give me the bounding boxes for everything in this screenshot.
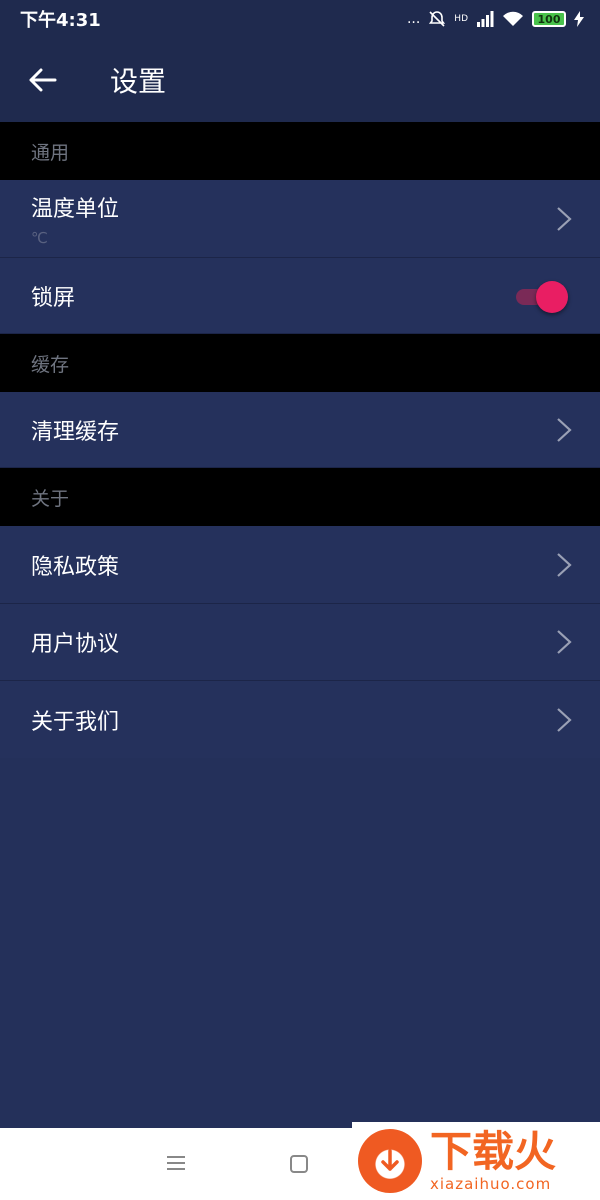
clear-cache-label: 清理缓存 — [31, 419, 120, 445]
page-title: 设置 — [110, 65, 167, 98]
privacy-policy-row[interactable]: 隐私政策 — [0, 526, 600, 604]
chevron-right-icon — [557, 630, 572, 654]
chevron-right-icon — [557, 206, 572, 231]
section-header-cache: 缓存 — [0, 334, 600, 392]
watermark-site: xiazaihuo.com — [430, 1175, 552, 1193]
user-agreement-label: 用户协议 — [31, 632, 120, 657]
status-icons: ... HD 100 — [407, 10, 584, 28]
chevron-right-icon — [557, 707, 572, 732]
status-time: 下午4:31 — [20, 10, 101, 31]
watermark-title: 下载火 — [430, 1127, 557, 1176]
clear-cache-row[interactable]: 清理缓存 — [0, 392, 600, 468]
back-arrow-icon — [29, 68, 57, 92]
privacy-policy-label: 隐私政策 — [31, 554, 120, 580]
wifi-icon — [503, 11, 523, 26]
chevron-right-icon — [557, 552, 572, 577]
chevron-right-icon — [557, 417, 572, 442]
status-bar: 下午4:31 ... HD 100 — [0, 0, 600, 38]
watermark: 下载火 xiazaihuo.com — [352, 1122, 600, 1200]
lock-screen-row: 锁屏 — [0, 258, 600, 334]
about-us-label: 关于我们 — [31, 709, 120, 735]
mute-bell-icon — [429, 11, 446, 27]
charging-icon — [574, 11, 584, 27]
lock-screen-label: 锁屏 — [31, 285, 76, 311]
back-button[interactable] — [0, 38, 86, 122]
toggle-thumb — [536, 280, 568, 313]
more-dots-icon: ... — [406, 11, 421, 27]
about-us-row[interactable]: 关于我们 — [0, 681, 600, 758]
user-agreement-row[interactable]: 用户协议 — [0, 604, 600, 681]
home-button[interactable] — [290, 1155, 308, 1173]
lock-screen-toggle[interactable] — [516, 280, 568, 313]
battery-indicator: 100 — [532, 11, 566, 27]
temperature-unit-value: ℃ — [31, 228, 48, 247]
hd-label: HD — [454, 14, 468, 24]
section-header-about: 关于 — [0, 468, 600, 526]
signal-icon — [477, 11, 494, 27]
app-bar: 设置 — [0, 38, 600, 122]
settings-list: 通用 温度单位 ℃ 锁屏 缓存 清理缓存 关于 隐私政策 用户协议 关于我们 — [0, 122, 600, 758]
watermark-logo-icon — [358, 1129, 422, 1193]
menu-icon[interactable] — [166, 1154, 186, 1172]
temperature-unit-label: 温度单位 — [31, 196, 120, 222]
temperature-unit-row[interactable]: 温度单位 ℃ — [0, 180, 600, 258]
section-header-general: 通用 — [0, 122, 600, 180]
